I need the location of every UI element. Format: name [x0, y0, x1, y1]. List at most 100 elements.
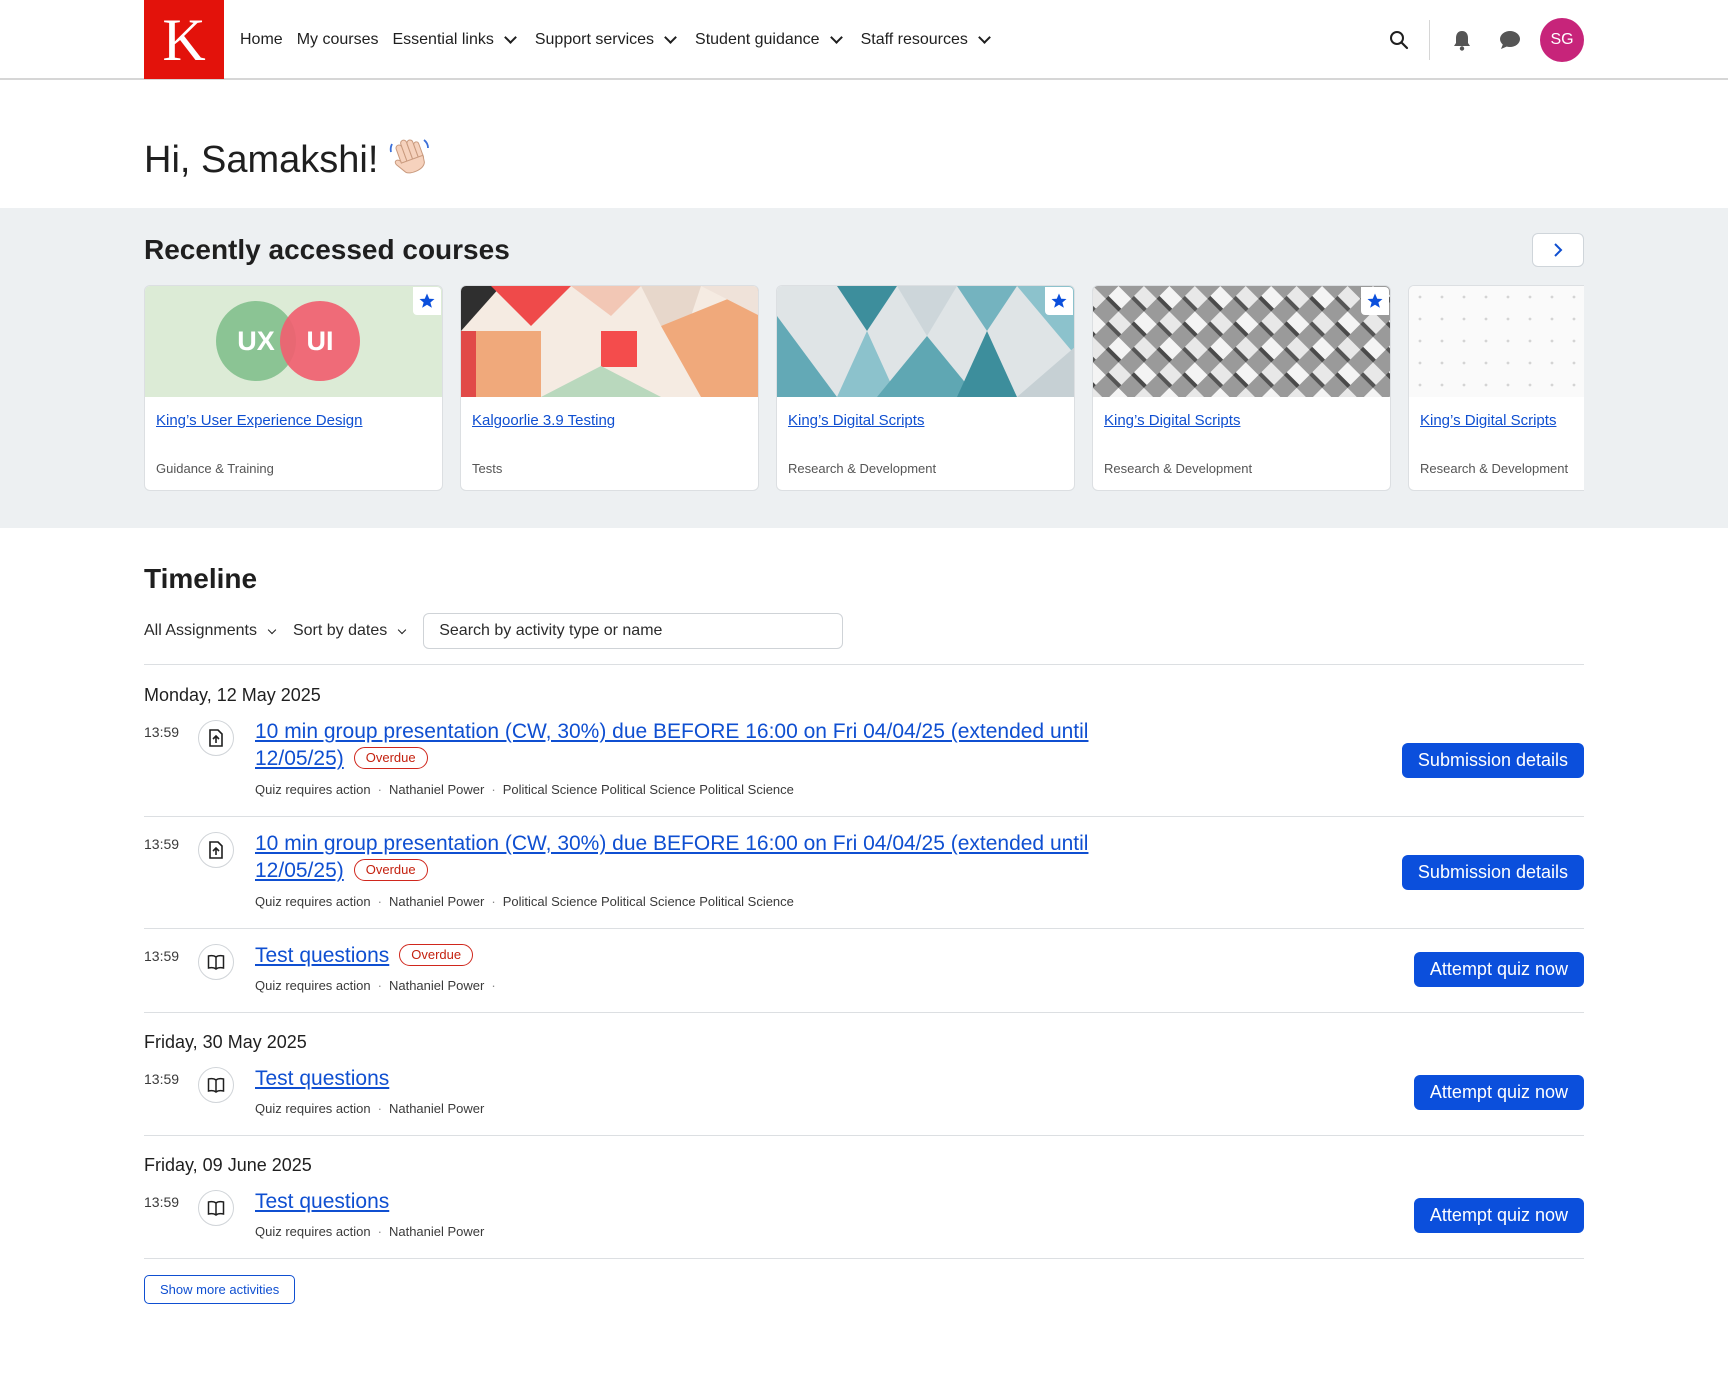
course-category: Research & Development — [1420, 461, 1569, 476]
nav-home[interactable]: Home — [240, 31, 283, 49]
course-title-link[interactable]: King’s Digital Scripts — [788, 412, 924, 429]
course-image-triangles — [777, 286, 1074, 397]
course-image-chevrons — [1093, 286, 1390, 397]
chevron-down-icon — [267, 625, 277, 634]
activity-title: Test questions Overdue — [255, 942, 1115, 969]
chevron-right-icon — [1554, 243, 1563, 257]
activity-meta: Quiz requires action · Nathaniel Power · — [255, 978, 496, 993]
chevron-down-icon — [503, 31, 517, 44]
chevron-down-icon — [829, 31, 843, 44]
course-carousel: UX UI King’s User Experience Design Guid… — [144, 285, 1584, 499]
user-avatar[interactable]: SG — [1540, 18, 1584, 62]
assignment-filter-dropdown[interactable]: All Assignments — [144, 622, 277, 640]
timeline-title: Timeline — [144, 563, 258, 594]
activity-meta: Quiz requires action · Nathaniel Power · Pol… — [255, 894, 794, 909]
chat-icon[interactable] — [1494, 24, 1526, 56]
main-nav: Home My courses Essential links Support … — [240, 0, 995, 80]
greeting-text: Hi, Samakshi! — [144, 138, 379, 181]
course-image-geometric — [461, 286, 758, 397]
file-upload-icon — [198, 832, 234, 868]
book-icon — [198, 1190, 234, 1226]
course-title-link[interactable]: King’s User Experience Design — [156, 412, 363, 429]
divider — [144, 928, 1584, 929]
course-category: Research & Development — [1104, 461, 1253, 476]
activity-meta: Quiz requires action · Nathaniel Power — [255, 1224, 485, 1239]
bell-icon[interactable] — [1446, 24, 1478, 56]
day-heading: Friday, 09 June 2025 — [144, 1155, 312, 1175]
star-icon[interactable] — [413, 287, 441, 315]
venn-left-label: UX — [237, 326, 275, 356]
nav-essential-links[interactable]: Essential links — [392, 31, 520, 49]
course-card[interactable]: King’s Digital Scripts Research & Develo… — [776, 285, 1075, 491]
activity-title: 10 min group presentation (CW, 30%) due … — [255, 830, 1115, 884]
divider — [144, 1012, 1584, 1013]
star-icon[interactable] — [1361, 287, 1389, 315]
due-time: 13:59 — [144, 1194, 180, 1210]
due-time: 13:59 — [144, 724, 180, 740]
overdue-badge: Overdue — [399, 944, 474, 966]
nav-my-courses[interactable]: My courses — [297, 31, 379, 49]
divider — [144, 664, 1584, 665]
waving-hand-icon — [388, 134, 430, 186]
overdue-badge: Overdue — [353, 747, 428, 769]
course-image-dot-grid — [1409, 286, 1584, 397]
chevron-down-icon — [978, 31, 991, 44]
due-time: 13:59 — [144, 1071, 180, 1087]
activity-title: Test questions — [255, 1065, 1115, 1092]
section-title: Recently accessed courses — [144, 234, 510, 265]
kings-logo[interactable]: K — [144, 0, 224, 79]
chevron-down-icon — [397, 625, 407, 634]
nav-staff-resources[interactable]: Staff resources — [861, 31, 995, 49]
overdue-badge: Overdue — [353, 859, 428, 881]
divider — [144, 1135, 1584, 1136]
due-time: 13:59 — [144, 948, 180, 964]
activity-link[interactable]: Test questions — [255, 1067, 389, 1090]
attempt-quiz-button[interactable]: Attempt quiz now — [1413, 1198, 1584, 1233]
page-greeting: Hi, Samakshi! — [144, 134, 430, 186]
activity-link[interactable]: Test questions — [255, 944, 389, 967]
course-category: Research & Development — [788, 461, 937, 476]
activity-meta: Quiz requires action · Nathaniel Power — [255, 1101, 485, 1116]
course-card[interactable]: King’s Digital Scripts Research & Develo… — [1408, 285, 1584, 491]
show-more-button[interactable]: Show more activities — [144, 1275, 296, 1304]
sort-dropdown[interactable]: Sort by dates — [293, 622, 407, 640]
search-icon[interactable] — [1383, 24, 1415, 56]
venn-right-label: UI — [307, 326, 334, 356]
timeline-filters: All Assignments Sort by dates — [144, 613, 844, 649]
course-card[interactable]: King’s Digital Scripts Research & Develo… — [1092, 285, 1391, 491]
attempt-quiz-button[interactable]: Attempt quiz now — [1413, 1075, 1584, 1110]
top-navbar: K Home My courses Essential links Suppor… — [0, 0, 1728, 80]
carousel-next-button[interactable] — [1532, 233, 1584, 267]
activity-meta: Quiz requires action · Nathaniel Power · Pol… — [255, 782, 794, 797]
course-card[interactable]: Kalgoorlie 3.9 Testing Tests — [460, 285, 759, 491]
book-icon — [198, 944, 234, 980]
divider — [144, 1258, 1584, 1259]
chevron-down-icon — [664, 31, 677, 44]
activity-title: Test questions — [255, 1188, 1115, 1215]
timeline-search-input[interactable] — [423, 613, 844, 649]
attempt-quiz-button[interactable]: Attempt quiz now — [1413, 952, 1584, 987]
nav-student-guidance[interactable]: Student guidance — [695, 31, 847, 49]
course-title-link[interactable]: King’s Digital Scripts — [1104, 412, 1240, 429]
submission-details-button[interactable]: Submission details — [1401, 855, 1584, 890]
course-title-link[interactable]: Kalgoorlie 3.9 Testing — [472, 412, 615, 429]
header-divider — [1429, 20, 1430, 60]
due-time: 13:59 — [144, 836, 180, 852]
course-title-link[interactable]: King’s Digital Scripts — [1420, 412, 1556, 429]
activity-link[interactable]: Test questions — [255, 1190, 389, 1213]
book-icon — [198, 1067, 234, 1103]
course-category: Tests — [472, 461, 503, 476]
day-heading: Monday, 12 May 2025 — [144, 685, 321, 705]
recent-courses-section: Recently accessed courses UX UI King’s U… — [0, 208, 1728, 528]
star-icon[interactable] — [1045, 287, 1073, 315]
activity-title: 10 min group presentation (CW, 30%) due … — [255, 718, 1115, 772]
divider — [144, 816, 1584, 817]
course-image-ux-ui: UX UI — [145, 286, 442, 397]
header-actions: SG — [1383, 0, 1584, 80]
submission-details-button[interactable]: Submission details — [1401, 743, 1584, 778]
file-upload-icon — [198, 720, 234, 756]
nav-support-services[interactable]: Support services — [535, 31, 681, 49]
course-category: Guidance & Training — [156, 461, 274, 476]
day-heading: Friday, 30 May 2025 — [144, 1032, 307, 1052]
course-card[interactable]: UX UI King’s User Experience Design Guid… — [144, 285, 443, 491]
